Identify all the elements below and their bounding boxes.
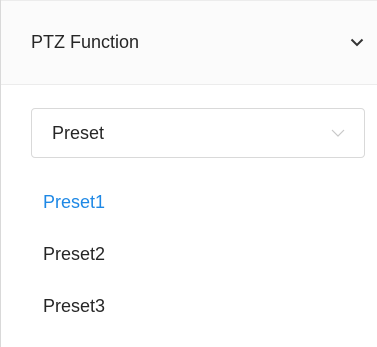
preset-item[interactable]: Preset3 bbox=[43, 280, 105, 332]
select-chevron-down-icon bbox=[330, 127, 346, 139]
select-value: Preset bbox=[52, 122, 105, 143]
preset-type-select[interactable]: Preset bbox=[31, 108, 365, 158]
panel-title: PTZ Function bbox=[31, 32, 140, 52]
ptz-function-panel: PTZ Function Preset Preset1 Preset2 Pres… bbox=[0, 0, 377, 347]
preset-item[interactable]: Preset2 bbox=[43, 228, 105, 280]
preset-item[interactable]: Preset1 bbox=[43, 176, 105, 228]
preset-list: Preset1 Preset2 Preset3 bbox=[43, 176, 105, 332]
chevron-down-icon[interactable] bbox=[349, 35, 365, 51]
ptz-function-header[interactable]: PTZ Function bbox=[1, 0, 377, 85]
